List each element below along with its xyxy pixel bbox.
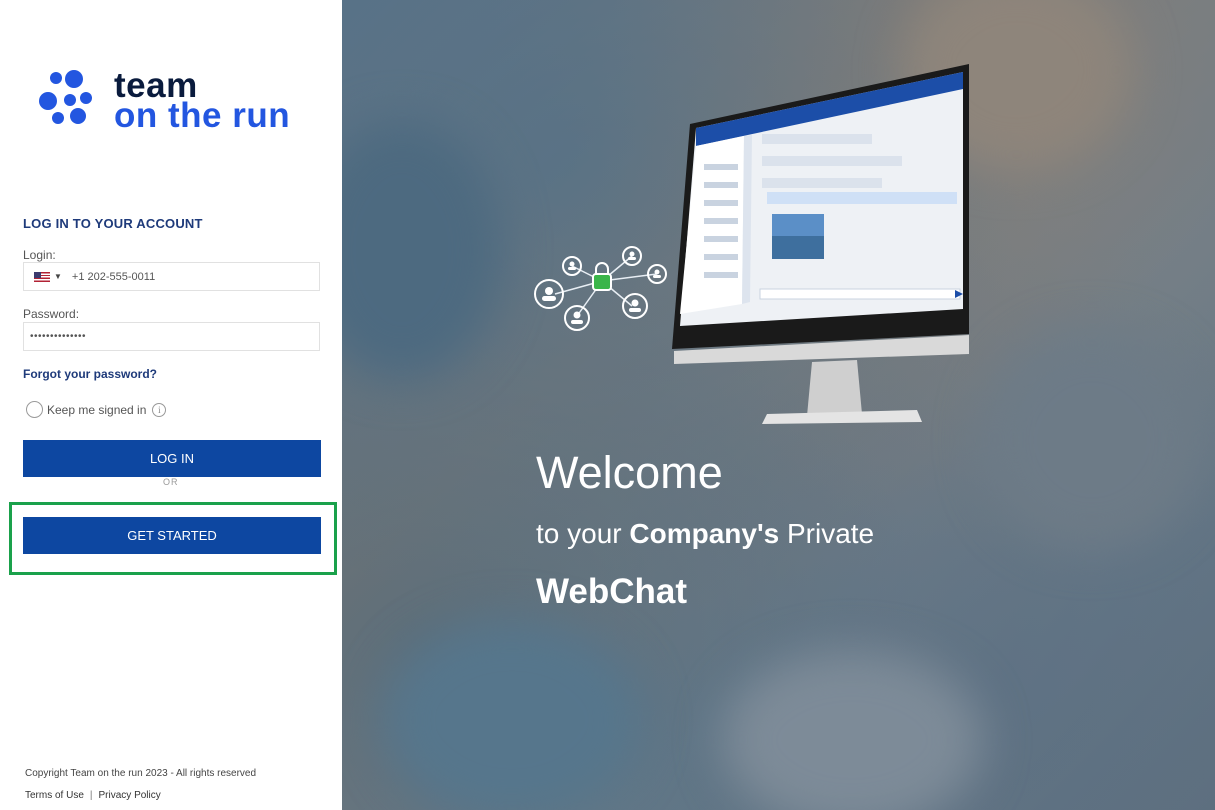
tagline-suffix: Private bbox=[786, 518, 875, 549]
login-heading: LOG IN TO YOUR ACCOUNT bbox=[23, 216, 203, 231]
tagline-prefix: to your bbox=[536, 518, 622, 549]
privacy-policy-link[interactable]: Privacy Policy bbox=[99, 790, 161, 801]
password-value[interactable]: •••••••••••••• bbox=[30, 331, 86, 342]
secure-network-icon bbox=[534, 246, 667, 331]
logo-dots-icon bbox=[39, 70, 92, 124]
welcome-heading: Welcome bbox=[536, 447, 723, 498]
login-phone-input[interactable]: ▼ +1 202-555-0011 bbox=[23, 262, 320, 291]
hero-tagline: to your Company's Private bbox=[536, 518, 874, 550]
logo-text-on-the-run: on the run bbox=[114, 96, 291, 135]
background-blur-blob bbox=[382, 620, 642, 810]
team-on-the-run-logo: team on the run bbox=[38, 68, 318, 138]
log-in-button[interactable]: LOG IN bbox=[23, 440, 321, 477]
login-label: Login: bbox=[23, 248, 56, 262]
footer-separator: | bbox=[89, 790, 93, 801]
background-blur-blob bbox=[722, 650, 982, 810]
background-blur-blob bbox=[342, 120, 502, 380]
hero-panel: Welcome to your Company's Private WebCha… bbox=[342, 0, 1215, 810]
tagline-bold: Company's bbox=[629, 518, 780, 549]
phone-value[interactable]: +1 202-555-0011 bbox=[72, 271, 155, 283]
country-dropdown-caret-icon[interactable]: ▼ bbox=[54, 272, 62, 281]
us-flag-icon[interactable] bbox=[34, 271, 50, 282]
password-label: Password: bbox=[23, 307, 80, 321]
forgot-password-link[interactable]: Forgot your password? bbox=[23, 367, 157, 381]
copyright-text: Copyright Team on the run 2023 - All rig… bbox=[25, 768, 257, 779]
product-name: WebChat bbox=[536, 572, 688, 611]
footer-links: Terms of Use | Privacy Policy bbox=[25, 790, 161, 801]
info-icon[interactable]: i bbox=[152, 402, 167, 417]
or-divider: OR bbox=[163, 477, 179, 487]
background-blur-blob bbox=[982, 330, 1202, 550]
get-started-button[interactable]: GET STARTED bbox=[23, 517, 321, 554]
password-input[interactable]: •••••••••••••• bbox=[23, 322, 320, 351]
computer-monitor-illustration bbox=[672, 64, 969, 424]
keep-signed-in-toggle[interactable]: Keep me signed in i bbox=[26, 401, 167, 418]
keep-signed-in-label[interactable]: Keep me signed in bbox=[47, 403, 146, 417]
login-panel: team on the run LOG IN TO YOUR ACCOUNT L… bbox=[0, 0, 342, 810]
keep-signed-in-radio[interactable] bbox=[26, 401, 43, 418]
terms-of-use-link[interactable]: Terms of Use bbox=[25, 790, 84, 801]
